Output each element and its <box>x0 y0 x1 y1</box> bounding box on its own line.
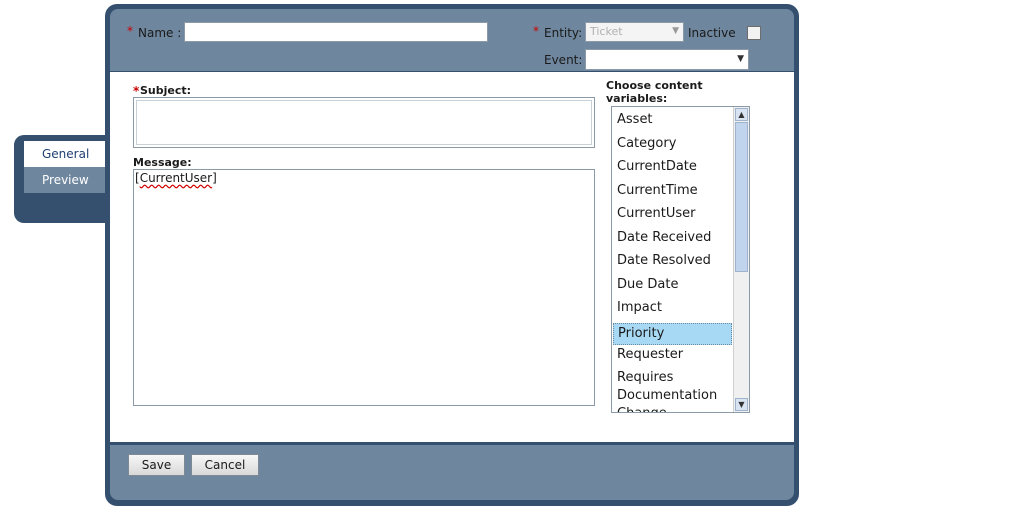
message-word: CurrentUser <box>139 171 213 185</box>
variable-item[interactable]: Asset <box>613 111 732 129</box>
tab-preview[interactable]: Preview <box>24 167 118 193</box>
header-band: * Name : * Entity: Ticket ▼ Inactive Eve… <box>110 9 794 71</box>
chevron-down-icon: ▼ <box>672 26 679 36</box>
variable-item[interactable]: Impact <box>613 299 732 317</box>
variables-label: Choose content variables: <box>606 79 703 105</box>
subject-required-mark: * <box>133 84 140 98</box>
message-textarea[interactable]: [CurrentUser] <box>133 169 595 406</box>
entity-label: Entity: <box>544 26 583 40</box>
variables-scrollbar[interactable]: ▲ ▼ <box>733 107 749 412</box>
tab-general[interactable]: General <box>24 141 118 167</box>
variable-item[interactable]: Date Received <box>613 229 732 247</box>
variable-item[interactable]: CurrentUser <box>613 205 732 223</box>
editor-panel: * Name : * Entity: Ticket ▼ Inactive Eve… <box>105 4 799 506</box>
scroll-thumb[interactable] <box>735 122 748 272</box>
entity-required-mark: * <box>533 24 539 38</box>
variable-item[interactable]: Requires Documentation <box>613 369 732 405</box>
variable-item[interactable]: CurrentDate <box>613 158 732 176</box>
save-button[interactable]: Save <box>128 454 185 476</box>
cancel-button[interactable]: Cancel <box>191 454 259 476</box>
subject-textarea[interactable] <box>133 97 595 148</box>
variable-item[interactable]: Requester <box>613 346 732 364</box>
message-label: Message: <box>133 156 192 169</box>
event-label: Event: <box>544 53 583 67</box>
message-close-bracket: ] <box>212 171 217 185</box>
inactive-checkbox[interactable] <box>747 26 761 40</box>
subject-label: Subject: <box>140 84 192 97</box>
entity-select[interactable]: Ticket ▼ <box>585 22 684 42</box>
variable-item[interactable]: Date Resolved <box>613 252 732 270</box>
inactive-label: Inactive <box>688 26 736 40</box>
subject-inner-border <box>136 100 592 145</box>
name-label: Name : <box>138 26 182 40</box>
footer-band: Save Cancel <box>110 445 794 500</box>
variables-items: Asset Category CurrentDate CurrentTime Curre… <box>612 107 733 412</box>
variable-item[interactable]: Due Date <box>613 276 732 294</box>
scroll-down-icon[interactable]: ▼ <box>735 398 748 411</box>
scroll-up-icon[interactable]: ▲ <box>735 108 748 121</box>
entity-select-value: Ticket <box>590 25 623 38</box>
variables-listbox[interactable]: Asset Category CurrentDate CurrentTime Curre… <box>611 106 750 413</box>
name-required-mark: * <box>127 24 133 38</box>
variable-item[interactable]: Category <box>613 135 732 153</box>
chevron-down-icon: ▼ <box>737 54 744 64</box>
variable-item[interactable]: Priority <box>613 323 732 345</box>
name-input[interactable] <box>184 22 488 42</box>
form-content: * Subject: Message: [CurrentUser] Choose… <box>110 72 794 442</box>
variable-item[interactable]: Change <box>613 405 732 412</box>
event-select[interactable]: ▼ <box>585 49 749 70</box>
variable-item[interactable]: CurrentTime <box>613 182 732 200</box>
